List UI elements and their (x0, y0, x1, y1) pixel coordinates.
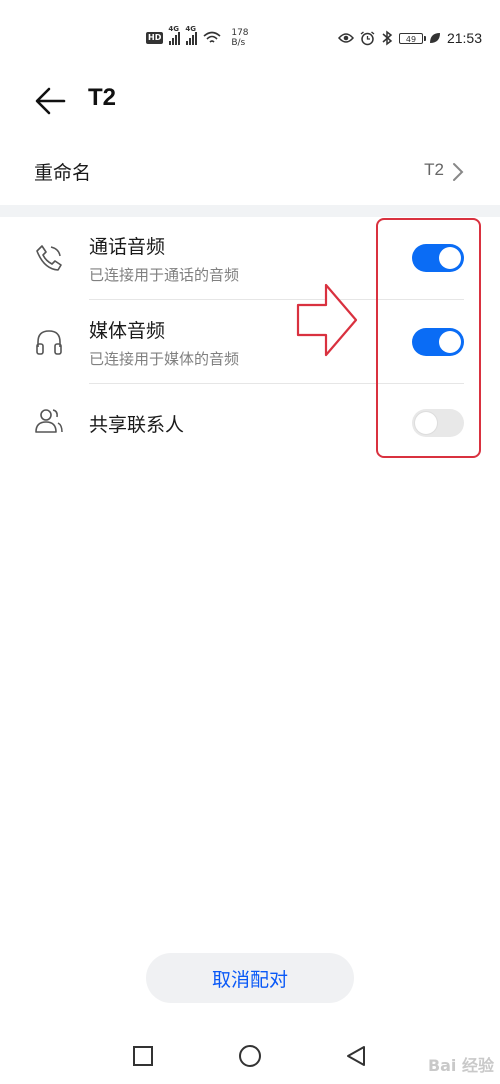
rename-row[interactable]: 重命名 T2 (0, 142, 500, 202)
status-right: 49 21:53 (337, 26, 482, 50)
phone-icon (36, 245, 62, 271)
clock: 21:53 (446, 30, 482, 46)
hd-badge: HD (146, 32, 164, 44)
bluetooth-icon (382, 30, 393, 46)
chevron-right-icon (453, 163, 464, 181)
leaf-icon (429, 33, 440, 43)
headphones-icon (36, 330, 62, 355)
page-title: T2 (88, 84, 117, 111)
status-left: HD 4G 4G 178 B/s (146, 25, 249, 50)
unpair-button[interactable]: 取消配对 (146, 953, 354, 1003)
speed-unit: B/s (231, 38, 246, 48)
navigation-bar: Bai 经验 (0, 1032, 500, 1080)
wifi-icon (203, 31, 221, 43)
item-description: 已连接用于媒体的音频 (89, 350, 240, 368)
signal-label: 4G (168, 25, 179, 33)
signal-icon: 4G (185, 25, 198, 45)
triangle-back-icon[interactable] (342, 1042, 370, 1070)
arrow-right-icon (296, 283, 358, 357)
speed-value: 178 (231, 28, 249, 38)
contacts-icon (35, 409, 63, 433)
highlight-box (376, 218, 481, 458)
rename-value: T2 (424, 160, 444, 179)
item-name: 媒体音频 (89, 320, 166, 342)
eye-icon (337, 33, 354, 43)
item-name: 共享联系人 (89, 414, 185, 436)
item-name: 通话音频 (89, 236, 166, 258)
circle-icon[interactable] (236, 1042, 264, 1070)
signal-label: 4G (185, 25, 196, 33)
square-icon[interactable] (129, 1042, 157, 1070)
screen: HD 4G 4G 178 B/s 49 21:53 T2 重命名 T2 通话音频… (0, 0, 500, 1084)
arrow-left-icon[interactable] (30, 84, 70, 118)
watermark: Bai 经验 (427, 1056, 494, 1075)
item-description: 已连接用于通话的音频 (89, 266, 240, 284)
battery-icon: 49 (398, 32, 426, 44)
network-speed: 178 B/s (231, 28, 248, 48)
signal-icon: 4G (168, 25, 181, 45)
rename-label: 重命名 (34, 162, 92, 184)
status-bar: HD 4G 4G 178 B/s 49 21:53 (0, 0, 500, 72)
alarm-icon (360, 30, 375, 45)
app-header: T2 (0, 72, 500, 128)
